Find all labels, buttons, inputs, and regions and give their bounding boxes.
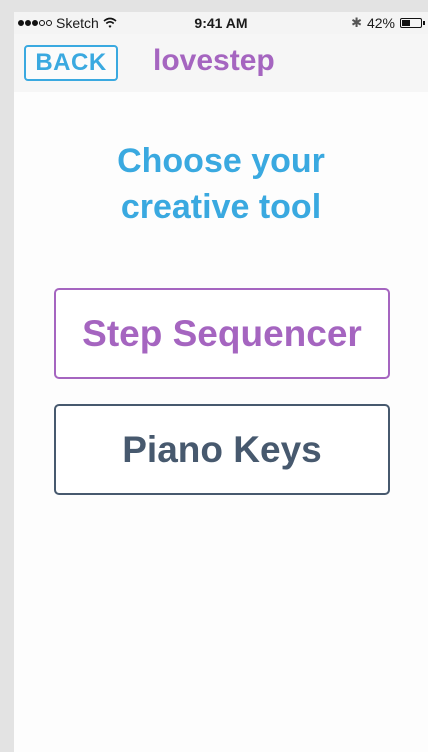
heading-line-2: creative tool <box>120 188 322 226</box>
status-bar: Sketch 9:41 AM ✱ 42% <box>14 12 428 34</box>
piano-keys-button[interactable]: Piano Keys <box>54 404 390 495</box>
heading-line-1: Choose your <box>117 142 325 180</box>
battery-percent: 42% <box>366 15 395 31</box>
battery-icon <box>400 18 425 28</box>
step-sequencer-button[interactable]: Step Sequencer <box>54 288 390 379</box>
back-button[interactable]: BACK <box>24 45 118 81</box>
navigation-bar: BACK lovestep <box>14 34 428 92</box>
page-heading: Choose your creative tool <box>14 138 428 230</box>
app-title: lovestep <box>153 44 275 77</box>
phone-screen: Sketch 9:41 AM ✱ 42% BACK lovestep Choos… <box>14 12 428 752</box>
bluetooth-icon: ✱ <box>351 15 362 30</box>
status-right: ✱ 42% <box>351 15 425 31</box>
